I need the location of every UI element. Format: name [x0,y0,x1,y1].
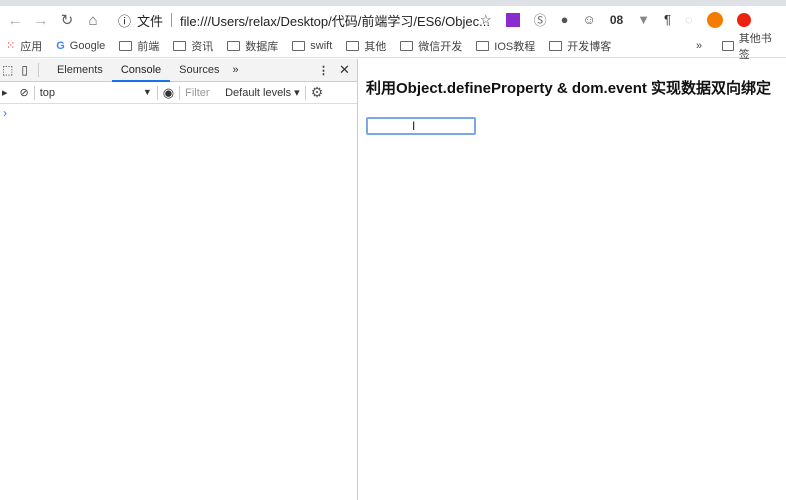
gear-icon[interactable]: ⚙ [311,84,324,101]
extensions: ☆ Ⓢ ● ☺ 08 ▼ ¶ ◌ [480,10,751,29]
bookmark-label: swift [310,39,333,52]
browser-toolbar: ← → ↻ ⌂ ⓘ 文件 file:///Users/relax/Desktop… [0,6,786,34]
folder-icon [722,40,734,51]
folder-icon [173,40,187,51]
bookmark-apps[interactable]: ⁙ 应用 [6,38,42,54]
folder-icon [346,40,360,51]
devtools-tabs: ⬚ ▯ Elements Console Sources » ⋮ ✕ [0,59,357,82]
folder-icon [227,40,241,51]
forward-button[interactable]: → [30,12,52,29]
eye-icon[interactable]: ◉ [163,85,174,101]
console-prompt[interactable]: › [3,106,357,120]
console-toolbar: ▸ ⊘ top ▼ ◉ Filter Default levels ▾ ⚙ [0,82,357,104]
bookmark-label: 开发博客 [567,40,612,53]
divider [156,85,158,100]
bookmark-folder[interactable]: 数据库 [227,38,278,54]
filter-input[interactable]: Filter [185,87,225,99]
other-bookmarks[interactable]: 其他书签 [722,30,778,62]
chevron-down-icon: ▼ [142,86,152,97]
extension-badge[interactable]: 08 [610,13,623,27]
folder-icon [119,40,133,51]
face-icon[interactable]: ☺ [583,12,596,27]
folder-icon [292,40,306,51]
folder-icon [476,40,490,51]
context-value: top [39,86,56,99]
bookmark-google[interactable]: G Google [56,40,105,52]
bookmark-label: 其他 [364,40,387,53]
divider [37,63,39,77]
adblock-icon[interactable] [736,12,751,27]
extension-s-icon[interactable]: Ⓢ [534,10,547,29]
bookmark-label: Google [69,39,106,52]
clear-console-icon[interactable]: ⊘ [20,86,29,99]
info-icon[interactable]: ⓘ [118,11,131,30]
sidebar-toggle-icon[interactable]: ▸ [2,86,8,99]
more-tabs-button[interactable]: » [233,64,239,76]
devtools-panel: ⬚ ▯ Elements Console Sources » ⋮ ✕ ▸ ⊘ t… [0,59,358,500]
folder-icon [549,40,563,51]
star-icon[interactable]: ☆ [480,12,492,28]
profile-icon[interactable] [706,11,723,28]
bookmark-label: 其他书签 [738,32,772,61]
bookmarks-more-button[interactable]: » [696,40,702,52]
home-button[interactable]: ⌂ [82,12,104,29]
url-label: 文件 [137,13,164,29]
vue-icon[interactable]: ▼ [637,12,650,27]
page-content: 利用Object.defineProperty & dom.event 实现数据… [359,59,786,500]
folder-icon [400,40,414,51]
tab-console[interactable]: Console [111,59,171,82]
divider [33,85,35,100]
bulb-icon[interactable]: ● [561,12,569,27]
close-icon[interactable]: ✕ [339,62,350,78]
bookmark-label: 应用 [20,40,43,53]
bookmark-label: 前端 [137,40,160,53]
bookmark-label: 资讯 [191,40,214,53]
bookmark-folder[interactable]: 微信开发 [400,38,462,54]
pilcrow-icon[interactable]: ¶ [664,12,671,27]
apps-icon: ⁙ [6,40,16,52]
log-levels-select[interactable]: Default levels ▾ [225,86,300,99]
google-icon: G [56,39,65,52]
reload-button[interactable]: ↻ [56,11,78,29]
device-toolbar-icon[interactable]: ▯ [21,63,28,77]
divider [304,85,306,100]
context-select[interactable]: top ▼ [40,87,152,99]
bookmark-folder[interactable]: swift [292,40,332,52]
bookmark-label: 数据库 [245,40,279,53]
bookmark-label: IOS教程 [494,40,536,53]
bookmarks-bar: ⁙ 应用 G Google 前端 资讯 数据库 swift 其他 微信开发 IOS教… [0,33,786,61]
tab-sources[interactable]: Sources [170,59,228,82]
circle-icon[interactable]: ◌ [685,12,693,27]
inspect-icon[interactable]: ⬚ [2,63,13,77]
bookmark-folder[interactable]: 开发博客 [549,38,611,54]
address-bar[interactable]: ⓘ 文件 file:///Users/relax/Desktop/代码/前端学习… [118,11,490,30]
text-input[interactable]: I [366,117,476,135]
tab-elements[interactable]: Elements [48,59,112,82]
extension-icon[interactable] [505,12,520,27]
divider [171,13,173,27]
menu-icon[interactable]: ⋮ [318,64,329,77]
bookmark-label: 微信开发 [418,40,463,53]
text-cursor-icon: I [412,119,416,133]
divider [179,85,181,100]
url-text[interactable]: file:///Users/relax/Desktop/代码/前端学习/ES6/… [180,11,490,30]
bookmark-folder[interactable]: IOS教程 [476,38,535,54]
back-button[interactable]: ← [4,12,26,29]
bookmark-folder[interactable]: 其他 [346,38,386,54]
bookmark-folder[interactable]: 资讯 [173,38,213,54]
page-heading: 利用Object.defineProperty & dom.event 实现数据… [366,80,772,97]
bookmark-folder[interactable]: 前端 [119,38,159,54]
